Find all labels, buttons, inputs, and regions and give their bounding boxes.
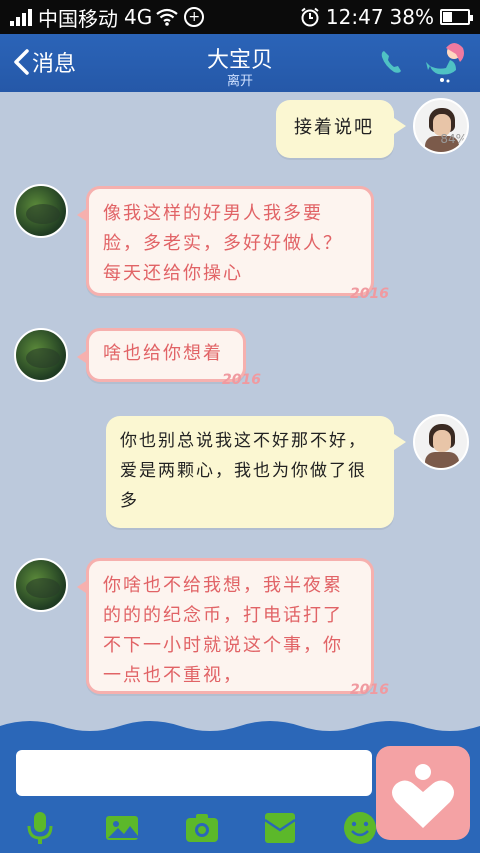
message-text: 你也别总说我这不好那不好，爱是两颗心，我也为你做了很多 [120, 431, 367, 511]
message-text: 啥也给你想着 [103, 343, 223, 364]
message-text: 接着说吧 [294, 117, 374, 138]
emoji-icon[interactable] [342, 810, 378, 846]
folder-icon[interactable] [262, 810, 298, 846]
image-icon[interactable] [104, 810, 140, 846]
mermaid-icon[interactable] [426, 40, 472, 84]
avatar-contact[interactable] [14, 184, 68, 238]
heart-icon [392, 764, 454, 828]
nav-bar: 消息 大宝贝 离开 [0, 34, 480, 92]
message-text: 你啥也不给我想，我半夜累的的的纪念币，打电话打了不下一小时就说这个事，你一点也不… [103, 575, 343, 686]
battery-icon [440, 9, 473, 25]
alarm-icon [301, 7, 319, 27]
avatar-progress-badge: 84% [440, 132, 467, 146]
wave-decoration [0, 716, 480, 731]
phone-icon[interactable] [378, 48, 406, 76]
contact-status: 离开 [226, 74, 253, 89]
status-bar: 中国移动 4G + 12:47 38% [0, 0, 480, 34]
network-type: 4G [124, 5, 153, 29]
avatar-contact[interactable] [14, 558, 68, 612]
chat-area[interactable]: 接着说吧 84% 像我这样的好男人我多要脸，多老实，多好好做人？每天还给你操心 … [0, 92, 480, 716]
avatar-contact[interactable] [14, 328, 68, 382]
wifi-icon [156, 8, 178, 26]
camera-icon[interactable] [184, 810, 220, 846]
bubble-decoration-2016: 2016 [222, 372, 261, 388]
signal-icon [10, 8, 32, 26]
clock-time: 12:47 [325, 5, 384, 29]
message-bubble-incoming[interactable]: 你啥也不给我想，我半夜累的的的纪念币，打电话打了不下一小时就说这个事，你一点也不… [77, 558, 374, 694]
microphone-icon[interactable] [22, 810, 58, 846]
message-text: 像我这样的好男人我多要脸，多老实，多好好做人？每天还给你操心 [103, 203, 343, 284]
carrier-name: 中国移动 [38, 6, 118, 31]
rotation-lock-icon: + [184, 7, 205, 27]
message-bubble-outgoing[interactable]: 你也别总说我这不好那不好，爱是两颗心，我也为你做了很多 [106, 416, 406, 528]
heart-floating-button[interactable] [376, 746, 470, 840]
bubble-decoration-2016: 2016 [350, 682, 389, 698]
message-input[interactable] [16, 750, 372, 796]
avatar-me[interactable]: 84% [413, 98, 469, 154]
avatar-me[interactable] [413, 414, 469, 470]
battery-percent: 38% [389, 5, 434, 29]
bubble-decoration-2016: 2016 [350, 286, 389, 302]
message-bubble-incoming[interactable]: 像我这样的好男人我多要脸，多老实，多好好做人？每天还给你操心 [77, 186, 374, 296]
message-bubble-outgoing[interactable]: 接着说吧 [276, 100, 406, 158]
